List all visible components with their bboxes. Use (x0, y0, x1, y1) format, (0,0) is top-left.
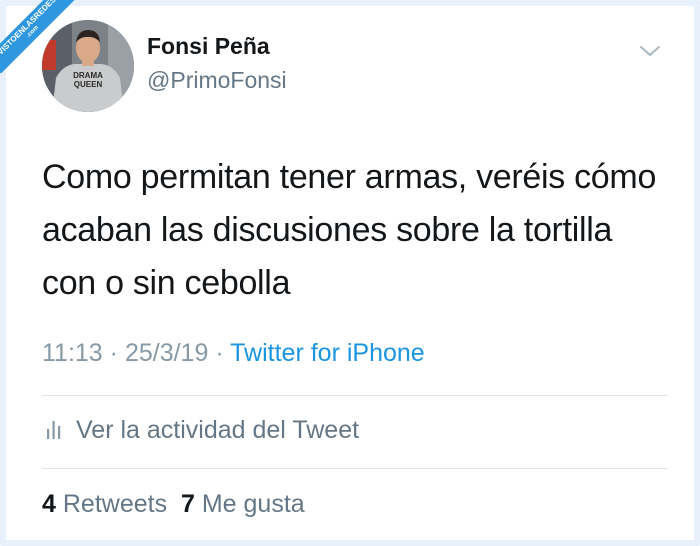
avatar[interactable]: DRAMA QUEEN (42, 20, 134, 112)
author-handle[interactable]: @PrimoFonsi (147, 67, 287, 94)
avatar-shirt-text-2: QUEEN (74, 80, 103, 89)
meta-separator: · (109, 339, 118, 367)
chevron-down-icon[interactable] (638, 41, 662, 61)
tweet-time[interactable]: 11:13 (42, 339, 103, 367)
likes-count: 7 (180, 490, 195, 518)
tweet-date[interactable]: 25/3/19 (125, 339, 208, 367)
divider (42, 468, 668, 469)
retweets-count: 4 (42, 490, 56, 518)
avatar-image: DRAMA QUEEN (42, 20, 134, 112)
tweet-meta: 11:13 · 25/3/19 · Twitter for iPhone (42, 339, 425, 368)
activity-label: Ver la actividad del Tweet (76, 416, 360, 444)
meta-separator: · (215, 339, 224, 367)
tweet-activity-link[interactable]: Ver la actividad del Tweet (42, 416, 359, 445)
retweets-stat[interactable]: 4 Retweets (42, 490, 167, 518)
divider (42, 395, 668, 396)
avatar-shirt-text-1: DRAMA (73, 71, 103, 80)
bar-chart-icon (47, 421, 61, 439)
author-name[interactable]: Fonsi Peña (147, 33, 270, 60)
likes-stat[interactable]: 7 Me gusta (181, 490, 305, 518)
tweet-source-link[interactable]: Twitter for iPhone (230, 339, 425, 367)
likes-label: Me gusta (201, 490, 305, 518)
tweet-stats: 4 Retweets 7 Me gusta (42, 490, 305, 519)
retweets-label: Retweets (62, 490, 168, 518)
tweet-text: Como permitan tener armas, veréis cómo a… (42, 158, 657, 302)
